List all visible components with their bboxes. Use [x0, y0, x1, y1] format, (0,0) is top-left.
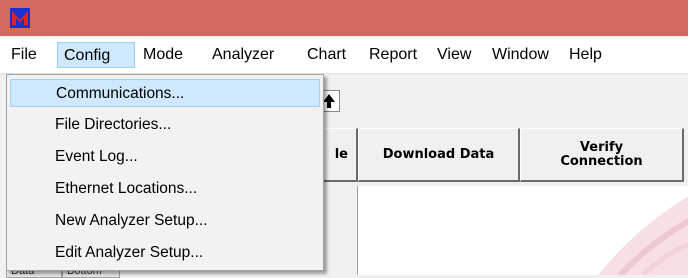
menu-report[interactable]: Report	[363, 42, 423, 68]
menu-item-communications[interactable]: Communications...	[10, 79, 320, 107]
menu-chart[interactable]: Chart	[301, 42, 352, 68]
menu-mode[interactable]: Mode	[137, 42, 189, 68]
verify-connection-button[interactable]: Verify Connection	[520, 128, 684, 182]
verify-label-line2: Connection	[560, 153, 643, 169]
main-view-area	[357, 186, 688, 275]
analyzer-logo-icon[interactable]	[10, 8, 30, 28]
menu-item-edit-analyzer-setup[interactable]: Edit Analyzer Setup...	[10, 239, 320, 267]
menu-config[interactable]: Config	[57, 42, 135, 68]
background-graphic	[598, 196, 688, 275]
partial-button-label: le	[334, 146, 348, 162]
menu-view[interactable]: View	[431, 42, 477, 68]
menu-window[interactable]: Window	[486, 42, 555, 68]
menu-item-file-directories[interactable]: File Directories...	[10, 111, 320, 139]
menu-analyzer[interactable]: Analyzer	[206, 42, 280, 68]
download-data-label: Download Data	[382, 146, 495, 162]
menu-bar: File Config Mode Analyzer Chart Report V…	[0, 38, 688, 74]
config-dropdown-menu: Communications... File Directories... Ev…	[6, 74, 324, 271]
menu-item-new-analyzer-setup[interactable]: New Analyzer Setup...	[10, 207, 320, 235]
verify-label-line1: Verify	[579, 139, 624, 155]
title-bar	[0, 0, 688, 36]
menu-help[interactable]: Help	[563, 42, 608, 68]
menu-item-event-log[interactable]: Event Log...	[10, 143, 320, 171]
download-data-button[interactable]: Download Data	[358, 128, 520, 182]
menu-file[interactable]: File	[5, 42, 43, 68]
menu-item-ethernet-locations[interactable]: Ethernet Locations...	[10, 175, 320, 203]
